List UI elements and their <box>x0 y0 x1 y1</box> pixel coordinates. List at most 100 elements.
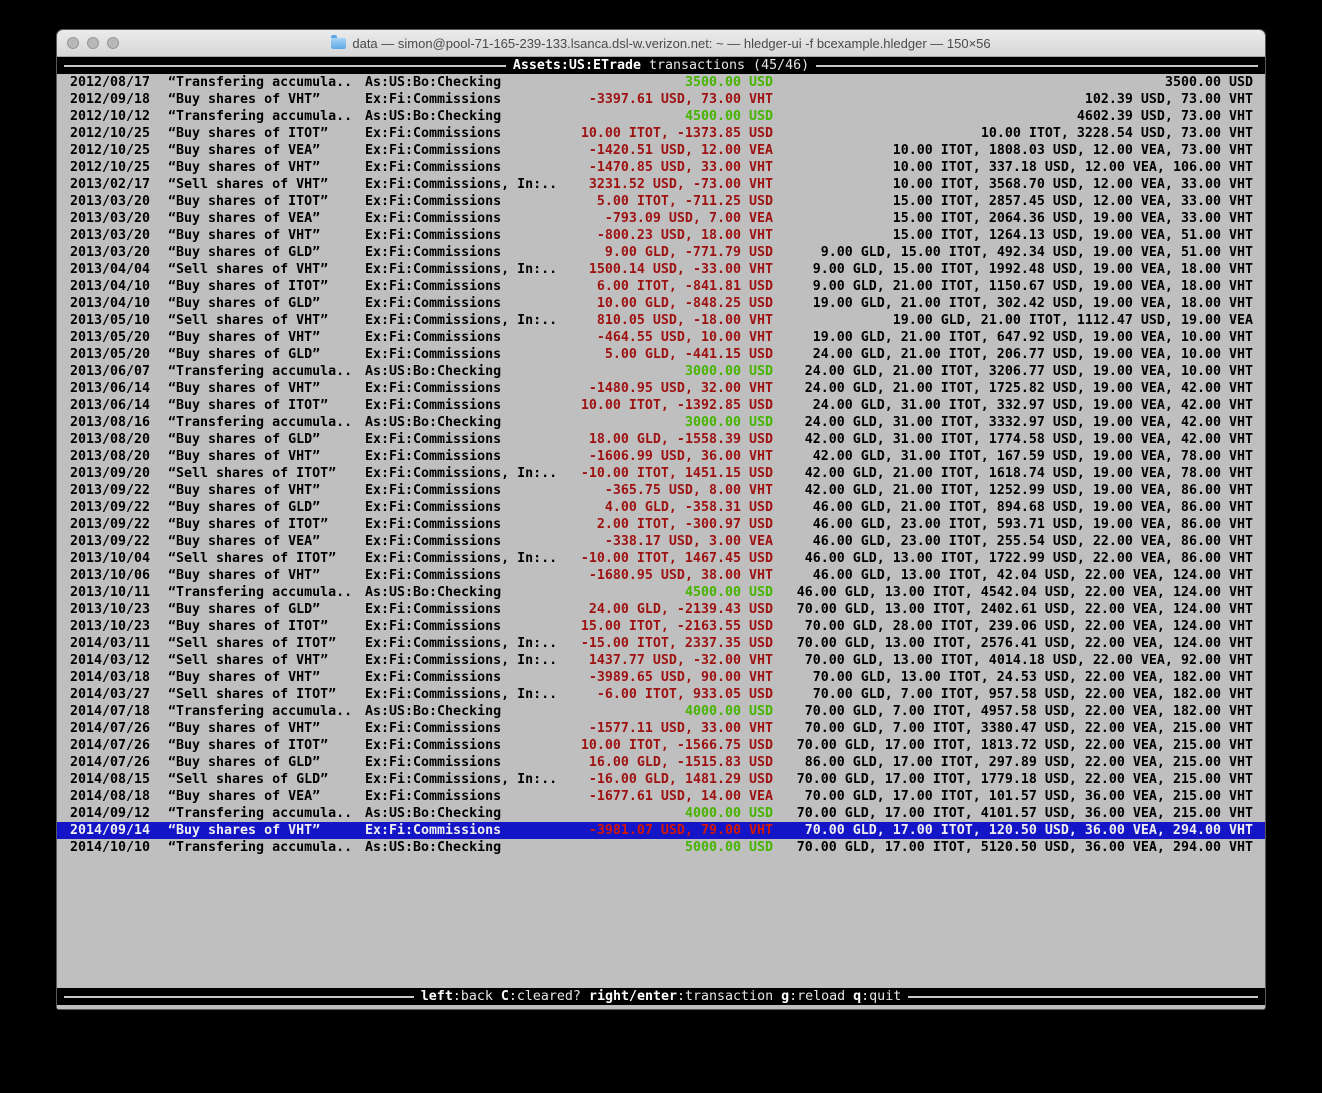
txn-amount: 18.00 GLD, -1558.39 USD <box>560 431 773 448</box>
transaction-row[interactable]: 2013/10/04“Sell shares of ITOT”Ex:Fi:Com… <box>57 550 1265 567</box>
txn-account: Ex:Fi:Commissions <box>365 669 560 686</box>
transaction-row[interactable]: 2013/04/10“Buy shares of ITOT”Ex:Fi:Comm… <box>57 278 1265 295</box>
transaction-row[interactable]: 2014/03/11“Sell shares of ITOT”Ex:Fi:Com… <box>57 635 1265 652</box>
transaction-row[interactable]: 2014/07/26“Buy shares of VHT”Ex:Fi:Commi… <box>57 720 1265 737</box>
zoom-button[interactable] <box>107 37 119 49</box>
close-button[interactable] <box>67 37 79 49</box>
txn-description: “Transfering accumula.. <box>168 74 365 91</box>
key-hint-desc: :reload <box>789 989 853 1004</box>
transaction-row[interactable]: 2013/09/22“Buy shares of GLD”Ex:Fi:Commi… <box>57 499 1265 516</box>
txn-balance: 4602.39 USD, 73.00 VHT <box>773 108 1265 125</box>
txn-balance: 70.00 GLD, 17.00 ITOT, 1779.18 USD, 22.0… <box>773 771 1265 788</box>
transaction-row[interactable]: 2013/08/16“Transfering accumula..As:US:B… <box>57 414 1265 431</box>
transaction-row[interactable]: 2013/09/22“Buy shares of VEA”Ex:Fi:Commi… <box>57 533 1265 550</box>
txn-date: 2013/10/23 <box>70 601 168 618</box>
txn-amount: 810.05 USD, -18.00 VHT <box>560 312 773 329</box>
transaction-row[interactable]: 2014/07/18“Transfering accumula..As:US:B… <box>57 703 1265 720</box>
txn-account: As:US:Bo:Checking <box>365 839 560 856</box>
transaction-row[interactable]: 2013/03/20“Buy shares of ITOT”Ex:Fi:Comm… <box>57 193 1265 210</box>
txn-balance: 70.00 GLD, 13.00 ITOT, 2402.61 USD, 22.0… <box>773 601 1265 618</box>
txn-balance: 24.00 GLD, 21.00 ITOT, 206.77 USD, 19.00… <box>773 346 1265 363</box>
txn-balance: 19.00 GLD, 21.00 ITOT, 647.92 USD, 19.00… <box>773 329 1265 346</box>
txn-balance: 70.00 GLD, 28.00 ITOT, 239.06 USD, 22.00… <box>773 618 1265 635</box>
transaction-row[interactable]: 2013/05/10“Sell shares of VHT”Ex:Fi:Comm… <box>57 312 1265 329</box>
txn-date: 2013/09/22 <box>70 516 168 533</box>
transaction-row[interactable]: 2013/08/20“Buy shares of VHT”Ex:Fi:Commi… <box>57 448 1265 465</box>
transaction-row[interactable]: 2013/10/23“Buy shares of GLD”Ex:Fi:Commi… <box>57 601 1265 618</box>
transaction-row[interactable]: 2013/05/20“Buy shares of GLD”Ex:Fi:Commi… <box>57 346 1265 363</box>
titlebar[interactable]: data — simon@pool-71-165-239-133.lsanca.… <box>57 30 1265 57</box>
transaction-row[interactable]: 2013/03/20“Buy shares of VHT”Ex:Fi:Commi… <box>57 227 1265 244</box>
transaction-row[interactable]: 2012/10/25“Buy shares of VEA”Ex:Fi:Commi… <box>57 142 1265 159</box>
txn-account: Ex:Fi:Commissions, In:.. <box>365 261 560 278</box>
txn-amount: 3000.00 USD <box>560 363 773 380</box>
transaction-row[interactable]: 2014/08/18“Buy shares of VEA”Ex:Fi:Commi… <box>57 788 1265 805</box>
txn-account: Ex:Fi:Commissions <box>365 788 560 805</box>
txn-description: “Buy shares of VHT” <box>168 448 365 465</box>
transaction-row[interactable]: 2013/06/14“Buy shares of ITOT”Ex:Fi:Comm… <box>57 397 1265 414</box>
transaction-row[interactable]: 2013/10/11“Transfering accumula..As:US:B… <box>57 584 1265 601</box>
key-hint-key: g <box>781 989 789 1004</box>
transaction-row[interactable]: 2012/10/12“Transfering accumula..As:US:B… <box>57 108 1265 125</box>
transaction-row[interactable]: 2013/04/10“Buy shares of GLD”Ex:Fi:Commi… <box>57 295 1265 312</box>
transaction-row[interactable]: 2013/08/20“Buy shares of GLD”Ex:Fi:Commi… <box>57 431 1265 448</box>
transaction-row[interactable]: 2013/04/04“Sell shares of VHT”Ex:Fi:Comm… <box>57 261 1265 278</box>
terminal-empty-area <box>57 856 1265 988</box>
txn-balance: 19.00 GLD, 21.00 ITOT, 302.42 USD, 19.00… <box>773 295 1265 312</box>
txn-description: “Buy shares of ITOT” <box>168 516 365 533</box>
transaction-row[interactable]: 2014/07/26“Buy shares of GLD”Ex:Fi:Commi… <box>57 754 1265 771</box>
txn-amount: 15.00 ITOT, -2163.55 USD <box>560 618 773 635</box>
txn-date: 2013/09/20 <box>70 465 168 482</box>
transaction-row[interactable]: 2013/10/23“Buy shares of ITOT”Ex:Fi:Comm… <box>57 618 1265 635</box>
transaction-row[interactable]: 2014/03/12“Sell shares of VHT”Ex:Fi:Comm… <box>57 652 1265 669</box>
txn-date: 2012/10/25 <box>70 142 168 159</box>
transaction-row[interactable]: 2013/06/07“Transfering accumula..As:US:B… <box>57 363 1265 380</box>
minimize-button[interactable] <box>87 37 99 49</box>
screen-title-account: Assets:US:ETrade <box>513 58 641 73</box>
txn-amount: -1680.95 USD, 38.00 VHT <box>560 567 773 584</box>
key-hint-desc: :cleared? <box>509 989 589 1004</box>
transaction-row[interactable]: 2013/02/17“Sell shares of VHT”Ex:Fi:Comm… <box>57 176 1265 193</box>
txn-description: “Buy shares of VHT” <box>168 822 365 839</box>
txn-date: 2013/10/23 <box>70 618 168 635</box>
transaction-row[interactable]: 2012/08/17“Transfering accumula..As:US:B… <box>57 74 1265 91</box>
transaction-row[interactable]: 2014/09/12“Transfering accumula..As:US:B… <box>57 805 1265 822</box>
transaction-row[interactable]: 2013/03/20“Buy shares of GLD”Ex:Fi:Commi… <box>57 244 1265 261</box>
transaction-row[interactable]: 2014/03/27“Sell shares of ITOT”Ex:Fi:Com… <box>57 686 1265 703</box>
transaction-row[interactable]: 2014/08/15“Sell shares of GLD”Ex:Fi:Comm… <box>57 771 1265 788</box>
transaction-row[interactable]: 2013/05/20“Buy shares of VHT”Ex:Fi:Commi… <box>57 329 1265 346</box>
txn-balance: 42.00 GLD, 31.00 ITOT, 1774.58 USD, 19.0… <box>773 431 1265 448</box>
txn-amount: -365.75 USD, 8.00 VHT <box>560 482 773 499</box>
txn-balance: 9.00 GLD, 15.00 ITOT, 492.34 USD, 19.00 … <box>773 244 1265 261</box>
transaction-row[interactable]: 2012/10/25“Buy shares of ITOT”Ex:Fi:Comm… <box>57 125 1265 142</box>
terminal-bottom-padding <box>57 1005 1265 1009</box>
txn-balance: 70.00 GLD, 13.00 ITOT, 2576.41 USD, 22.0… <box>773 635 1265 652</box>
txn-balance: 42.00 GLD, 21.00 ITOT, 1618.74 USD, 19.0… <box>773 465 1265 482</box>
transaction-row[interactable]: 2013/03/20“Buy shares of VEA”Ex:Fi:Commi… <box>57 210 1265 227</box>
transaction-row[interactable]: 2013/09/22“Buy shares of ITOT”Ex:Fi:Comm… <box>57 516 1265 533</box>
transaction-row[interactable]: 2012/09/18“Buy shares of VHT”Ex:Fi:Commi… <box>57 91 1265 108</box>
txn-account: Ex:Fi:Commissions, In:.. <box>365 176 560 193</box>
txn-account: Ex:Fi:Commissions <box>365 346 560 363</box>
txn-balance: 46.00 GLD, 23.00 ITOT, 593.71 USD, 19.00… <box>773 516 1265 533</box>
txn-description: “Buy shares of VEA” <box>168 142 365 159</box>
transaction-row[interactable]: 2014/07/26“Buy shares of ITOT”Ex:Fi:Comm… <box>57 737 1265 754</box>
transaction-row[interactable]: 2013/10/06“Buy shares of VHT”Ex:Fi:Commi… <box>57 567 1265 584</box>
transaction-row[interactable]: 2014/10/10“Transfering accumula..As:US:B… <box>57 839 1265 856</box>
txn-date: 2013/06/14 <box>70 397 168 414</box>
transaction-row-selected[interactable]: 2014/09/14“Buy shares of VHT”Ex:Fi:Commi… <box>57 822 1265 839</box>
transaction-row[interactable]: 2012/10/25“Buy shares of VHT”Ex:Fi:Commi… <box>57 159 1265 176</box>
txn-description: “Sell shares of ITOT” <box>168 686 365 703</box>
txn-account: Ex:Fi:Commissions <box>365 618 560 635</box>
txn-description: “Sell shares of VHT” <box>168 652 365 669</box>
txn-amount: 5.00 ITOT, -711.25 USD <box>560 193 773 210</box>
txn-description: “Buy shares of ITOT” <box>168 193 365 210</box>
transaction-row[interactable]: 2013/09/22“Buy shares of VHT”Ex:Fi:Commi… <box>57 482 1265 499</box>
transaction-row[interactable]: 2013/06/14“Buy shares of VHT”Ex:Fi:Commi… <box>57 380 1265 397</box>
txn-account: Ex:Fi:Commissions <box>365 397 560 414</box>
key-hint-desc: :transaction <box>677 989 781 1004</box>
txn-account: Ex:Fi:Commissions <box>365 210 560 227</box>
transaction-row[interactable]: 2013/09/20“Sell shares of ITOT”Ex:Fi:Com… <box>57 465 1265 482</box>
txn-account: Ex:Fi:Commissions <box>365 601 560 618</box>
transaction-row[interactable]: 2014/03/18“Buy shares of VHT”Ex:Fi:Commi… <box>57 669 1265 686</box>
